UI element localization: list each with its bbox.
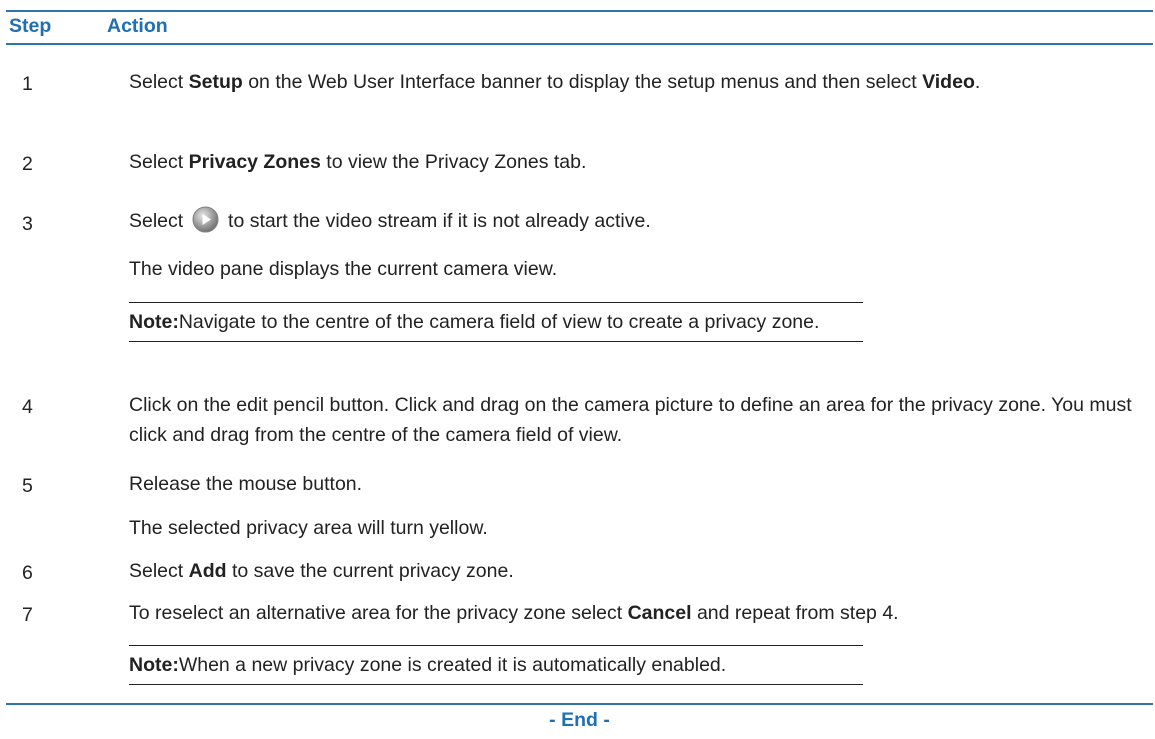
- step-1-text: Select Setup on the Web User Interface b…: [129, 71, 981, 93]
- privacy-zones-term: Privacy Zones: [188, 151, 321, 173]
- step-5-text: Release the mouse button.: [129, 473, 363, 495]
- step-2-number: 2: [22, 153, 33, 175]
- step-3-followup: The video pane displays the current came…: [129, 258, 558, 280]
- step-6-number: 6: [22, 562, 33, 584]
- step-5-followup: The selected privacy area will turn yell…: [129, 517, 488, 539]
- procedure-table: Step Action 1 Select Setup on the Web Us…: [6, 0, 1153, 739]
- step-3-note: Note:Navigate to the centre of the camer…: [129, 302, 863, 342]
- add-term: Add: [188, 560, 227, 582]
- cancel-term: Cancel: [627, 602, 692, 624]
- step-1-number: 1: [22, 73, 33, 95]
- header-bottom-rule: [6, 43, 1153, 45]
- setup-term: Setup: [188, 71, 243, 93]
- note-label: Note:: [129, 311, 179, 333]
- end-marker: - End -: [549, 709, 610, 731]
- step-7-text: To reselect an alternative area for the …: [129, 602, 899, 624]
- video-term: Video: [922, 71, 975, 93]
- step-5-number: 5: [22, 475, 33, 497]
- step-4-number: 4: [22, 396, 33, 418]
- play-icon: [192, 206, 219, 233]
- step-3-text: Select to start the video stream if it i…: [129, 206, 1149, 236]
- step-7-note: Note:When a new privacy zone is created …: [129, 645, 863, 685]
- header-action: Action: [107, 15, 168, 37]
- step-3-number: 3: [22, 213, 33, 235]
- note-label: Note:: [129, 654, 179, 676]
- header-step: Step: [9, 15, 52, 37]
- step-7-number: 7: [22, 604, 33, 626]
- step-2-text: Select Privacy Zones to view the Privacy…: [129, 151, 587, 173]
- footer-rule: [6, 703, 1153, 705]
- step-4-text: Click on the edit pencil button. Click a…: [129, 394, 1132, 446]
- header-top-rule: [6, 10, 1153, 12]
- step-6-text: Select Add to save the current privacy z…: [129, 560, 514, 582]
